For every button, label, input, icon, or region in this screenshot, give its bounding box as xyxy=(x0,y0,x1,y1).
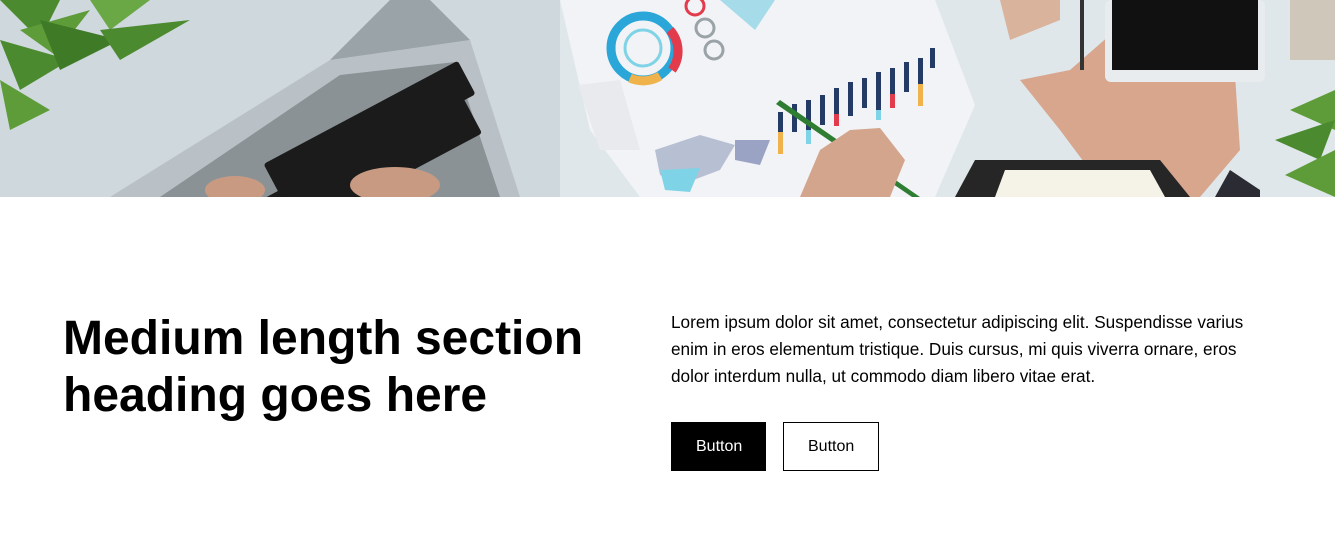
section-heading: Medium length section heading goes here xyxy=(63,312,584,422)
primary-button[interactable]: Button xyxy=(671,422,766,471)
office-desk-illustration xyxy=(0,0,1335,197)
report-paper xyxy=(560,0,975,197)
section-description: Lorem ipsum dolor sit amet, consectetur … xyxy=(671,312,1244,386)
button-group: Button Button xyxy=(671,422,879,471)
content-section: Medium length section heading goes here … xyxy=(0,197,1335,535)
secondary-button[interactable]: Button xyxy=(783,422,879,471)
hero-image xyxy=(0,0,1335,197)
